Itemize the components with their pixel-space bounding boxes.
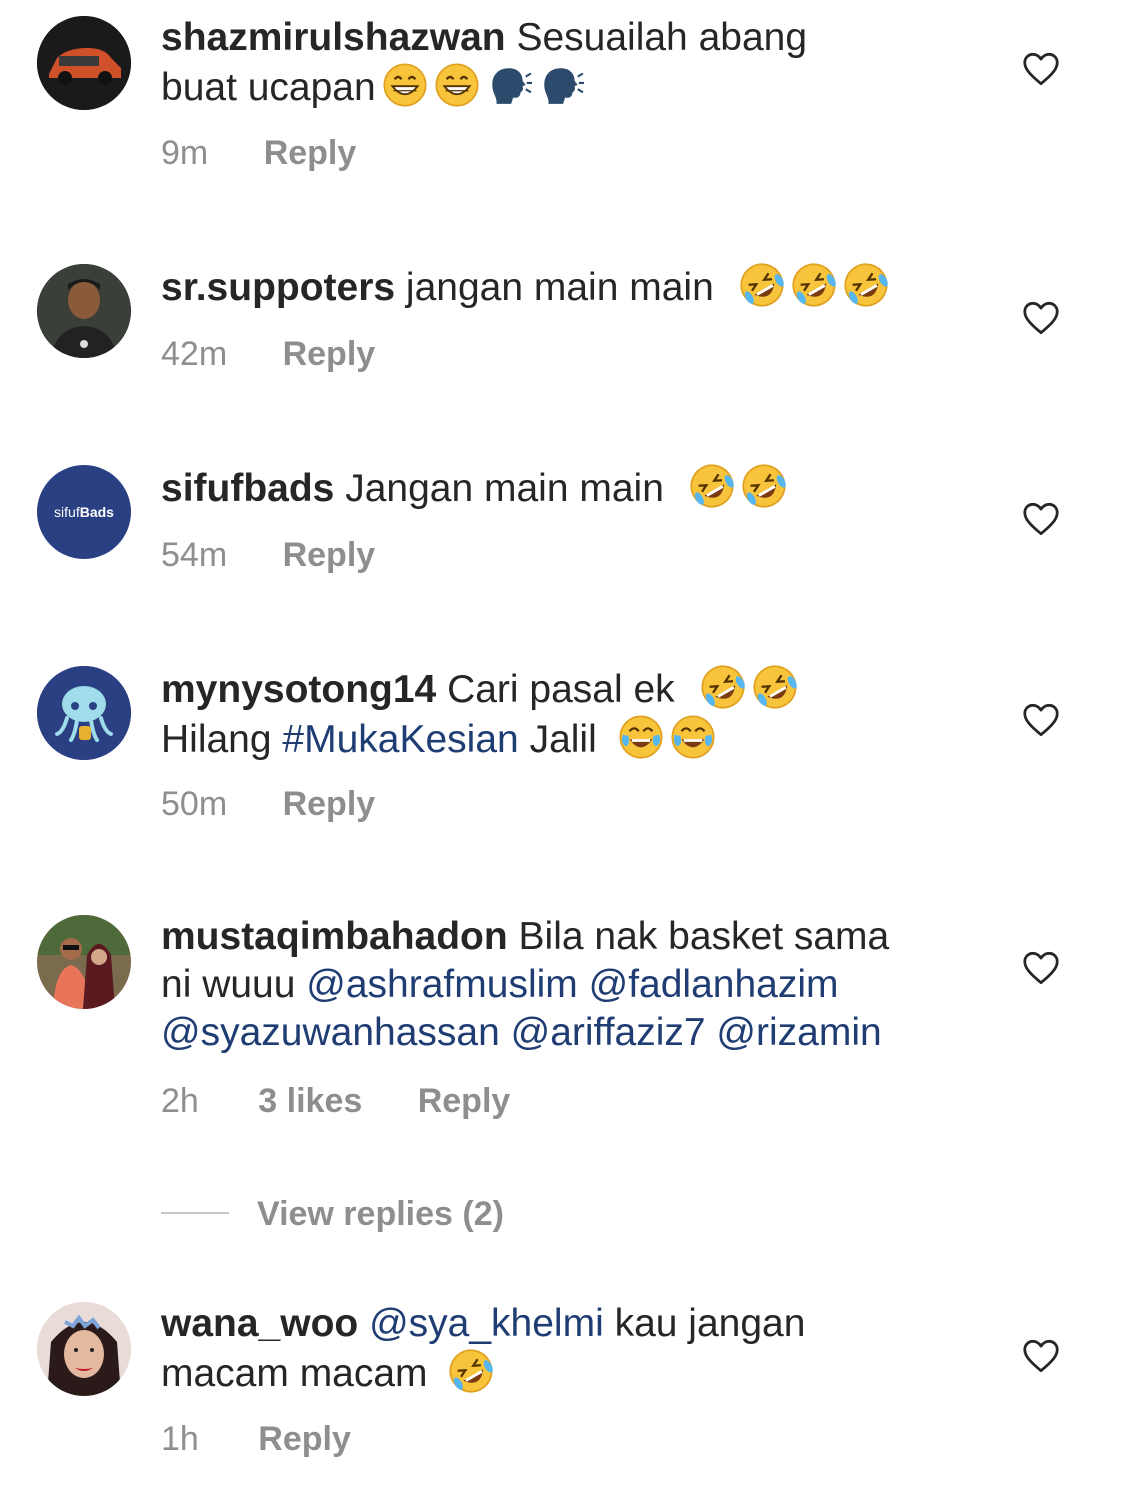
mention-link[interactable]: @ariffaziz7 [511, 1011, 706, 1054]
view-replies-label[interactable]: View replies (2) [257, 1190, 504, 1238]
speaking-head-emoji [486, 62, 532, 108]
heart-icon[interactable] [1022, 502, 1060, 536]
comment-text: shazmirulshazwan Sesuailah abang buat uc… [161, 16, 808, 109]
mention-link[interactable]: @fadlanhazim [589, 963, 839, 1006]
joy-emoji [618, 714, 664, 760]
reply-button[interactable]: Reply [283, 335, 376, 374]
heart-icon[interactable] [1022, 301, 1060, 335]
rofl-emoji [448, 1348, 494, 1394]
comment-meta: 50m Reply [161, 785, 375, 824]
comment-text: sr.suppoters jangan main main [161, 262, 971, 312]
avatar[interactable] [37, 915, 131, 1009]
username[interactable]: mynysotong14 [161, 668, 436, 711]
mention-link[interactable]: @sya_khelmi [369, 1302, 604, 1345]
heart-icon[interactable] [1022, 703, 1060, 737]
comment-meta: 54m Reply [161, 536, 375, 575]
avatar[interactable]: sifufBads [37, 465, 131, 559]
comment-text: sifufbads Jangan main main [161, 463, 971, 513]
timestamp: 2h [161, 1082, 199, 1120]
comment-text: mynysotong14 Cari pasal ek Hilang #MukaK… [161, 664, 971, 764]
heart-icon[interactable] [1022, 1339, 1060, 1373]
avatar[interactable] [37, 264, 131, 358]
avatar-logo: sifufBads [54, 504, 114, 520]
mention-link[interactable]: @ashrafmuslim [306, 963, 577, 1006]
divider-line [161, 1212, 229, 1214]
rofl-emoji [791, 262, 837, 308]
comment-meta: 9m Reply [161, 134, 356, 173]
grin-emoji [382, 62, 428, 108]
rofl-emoji [741, 463, 787, 509]
avatar[interactable] [37, 1302, 131, 1396]
timestamp: 1h [161, 1420, 199, 1458]
timestamp: 54m [161, 536, 228, 574]
avatar[interactable] [37, 666, 131, 760]
heart-icon[interactable] [1022, 951, 1060, 985]
comment-meta: 42m Reply [161, 335, 375, 374]
hashtag-link[interactable]: #MukaKesian [282, 718, 518, 761]
username[interactable]: wana_woo [161, 1302, 358, 1345]
reply-button[interactable]: Reply [258, 1420, 351, 1459]
comment-meta: 1h Reply [161, 1420, 351, 1459]
grin-emoji [434, 62, 480, 108]
comment-text: wana_woo @sya_khelmi kau jangan macam ma… [161, 1300, 971, 1398]
reply-button[interactable]: Reply [283, 785, 376, 824]
timestamp: 50m [161, 785, 228, 823]
joy-emoji [670, 714, 716, 760]
speaking-head-emoji [538, 62, 584, 108]
timestamp: 42m [161, 335, 228, 373]
rofl-emoji [843, 262, 889, 308]
username[interactable]: sifufbads [161, 467, 334, 510]
comment-text: mustaqimbahadon Bila nak basket sama ni … [161, 915, 890, 1054]
heart-icon[interactable] [1022, 52, 1060, 86]
reply-button[interactable]: Reply [418, 1082, 511, 1121]
rofl-emoji [752, 664, 798, 710]
timestamp: 9m [161, 134, 209, 172]
reply-button[interactable]: Reply [264, 134, 357, 173]
mention-link[interactable]: @rizamin [716, 1011, 881, 1054]
username[interactable]: mustaqimbahadon [161, 915, 508, 958]
rofl-emoji [739, 262, 785, 308]
rofl-emoji [700, 664, 746, 710]
comment-meta: 2h 3 likes Reply [161, 1082, 510, 1121]
username[interactable]: sr.suppoters [161, 266, 395, 309]
avatar[interactable] [37, 16, 131, 110]
mention-link[interactable]: @syazuwanhassan [161, 1011, 500, 1054]
reply-button[interactable]: Reply [283, 536, 376, 575]
likes-count[interactable]: 3 likes [258, 1082, 362, 1121]
rofl-emoji [689, 463, 735, 509]
username[interactable]: shazmirulshazwan [161, 16, 506, 59]
